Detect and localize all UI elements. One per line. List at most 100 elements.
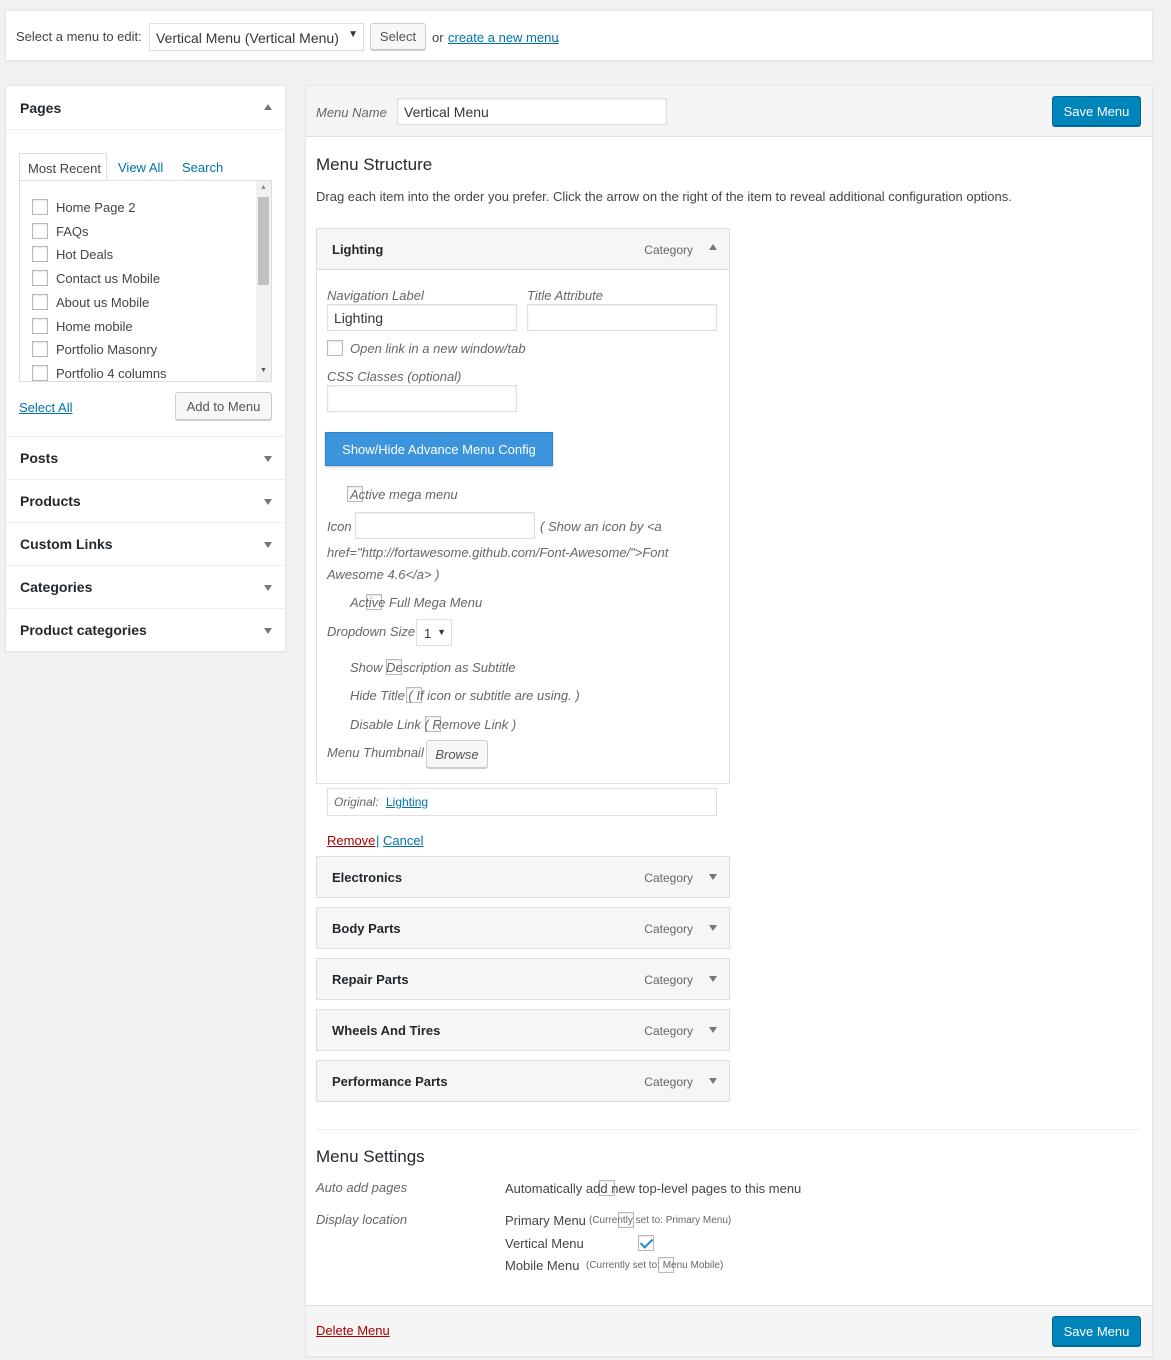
primary-menu-location-label: Primary Menu [505, 1213, 586, 1228]
separator: | [376, 833, 380, 848]
expand-icon[interactable] [709, 1027, 717, 1033]
menu-item-title: Lighting [332, 242, 384, 257]
section-title: Categories [20, 579, 93, 595]
menu-item-body-parts[interactable]: Body Parts Category [316, 907, 730, 949]
add-to-menu-button[interactable]: Add to Menu [175, 392, 272, 420]
open-new-tab-label: Open link in a new window/tab [350, 341, 526, 356]
original-label: Original: [334, 795, 379, 809]
dropdown-arrow-icon: ▼ [348, 29, 358, 40]
dropdown-size-select[interactable]: 1 ▼ [416, 619, 452, 646]
create-menu-link[interactable]: create a new menu [448, 30, 559, 45]
expand-icon[interactable] [709, 976, 717, 982]
icon-help-line-1: ( Show an icon by <a [540, 519, 662, 534]
nav-label-input[interactable]: Lighting [327, 304, 517, 331]
checkbox[interactable] [32, 223, 48, 239]
checkbox[interactable] [32, 294, 48, 310]
icon-help-line-2: href="http://fortawesome.github.com/Font… [327, 545, 669, 560]
custom-links-section-header[interactable]: Custom Links [6, 522, 286, 565]
list-item[interactable]: Portfolio Masonry [32, 339, 157, 359]
scroll-up-icon[interactable]: ▲ [260, 184, 267, 191]
expand-icon[interactable] [709, 925, 717, 931]
cancel-link[interactable]: Cancel [383, 833, 423, 848]
primary-menu-location-note: (Currently set to: Primary Menu) [589, 1215, 732, 1226]
checkbox[interactable] [32, 341, 48, 357]
disable-link-label: Disable Link ( Remove Link ) [350, 717, 517, 732]
icon-help-line-3: Awesome 4.6</a> ) [327, 567, 440, 582]
checkbox[interactable] [32, 246, 48, 262]
menu-structure-description: Drag each item into the order you prefer… [316, 189, 1012, 204]
auto-add-pages-text: Automatically add new top-level pages to… [505, 1181, 802, 1196]
menu-name-input[interactable]: Vertical Menu [397, 98, 667, 125]
product-categories-section-header[interactable]: Product categories [6, 608, 286, 651]
checkbox[interactable] [32, 270, 48, 286]
page-label: Home Page 2 [56, 199, 136, 215]
products-section-header[interactable]: Products [6, 479, 286, 522]
pages-section-header[interactable]: Pages [6, 86, 286, 129]
menu-select-bar: Select a menu to edit: Vertical Menu (Ve… [5, 10, 1153, 61]
scrollbar[interactable]: ▲ ▼ [256, 181, 271, 381]
list-item[interactable]: Home Page 2 [32, 197, 136, 217]
menu-select-dropdown[interactable]: Vertical Menu (Vertical Menu) ▼ [149, 23, 364, 51]
list-item[interactable]: Home mobile [32, 316, 133, 336]
menu-item-type: Category [644, 1075, 693, 1089]
collapse-icon[interactable] [709, 244, 717, 250]
advance-config-button[interactable]: Show/Hide Advance Menu Config [325, 432, 553, 466]
select-all-link[interactable]: Select All [19, 400, 72, 415]
page-label: Contact us Mobile [56, 270, 161, 286]
browse-button[interactable]: Browse [426, 740, 488, 768]
vertical-menu-location-label: Vertical Menu [505, 1236, 584, 1251]
open-new-tab-checkbox[interactable] [327, 340, 343, 356]
save-menu-button-top[interactable]: Save Menu [1052, 96, 1141, 126]
scroll-down-icon[interactable]: ▼ [260, 367, 267, 374]
css-classes-input[interactable] [327, 385, 517, 412]
menu-item-type: Category [644, 243, 693, 257]
menu-editor-footer [306, 1305, 1152, 1356]
menu-item-title: Performance Parts [332, 1074, 448, 1089]
menu-select-value: Vertical Menu (Vertical Menu) [156, 30, 339, 46]
title-attribute-input[interactable] [527, 304, 717, 331]
vertical-menu-location-checkbox[interactable] [638, 1235, 654, 1251]
period-text: . [556, 30, 560, 45]
add-menu-items-sidebar: Pages Most Recent View All Search Home P… [5, 85, 286, 652]
menu-name-label: Menu Name [316, 105, 387, 120]
menu-item-electronics[interactable]: Electronics Category [316, 856, 730, 898]
menu-item-repair-parts[interactable]: Repair Parts Category [316, 958, 730, 1000]
dropdown-size-label: Dropdown Size [327, 624, 416, 639]
active-mega-menu-label: Active mega menu [350, 487, 458, 502]
hide-title-label: Hide Title ( If icon or subtitle are usi… [350, 688, 580, 703]
list-item[interactable]: Portfolio 4 columns [32, 363, 167, 381]
checkbox[interactable] [32, 365, 48, 381]
posts-section-header[interactable]: Posts [6, 436, 286, 479]
tab-search[interactable]: Search [182, 160, 223, 175]
list-item[interactable]: FAQs [32, 221, 89, 241]
menu-item-performance-parts[interactable]: Performance Parts Category [316, 1060, 730, 1102]
list-item[interactable]: Contact us Mobile [32, 268, 160, 288]
page-label: Portfolio Masonry [56, 341, 158, 357]
save-menu-button-bottom[interactable]: Save Menu [1052, 1316, 1141, 1346]
expand-icon[interactable] [709, 1078, 717, 1084]
menu-item-title: Wheels And Tires [332, 1023, 441, 1038]
pages-section-title: Pages [20, 100, 62, 116]
original-link[interactable]: Lighting [386, 795, 428, 809]
auto-add-pages-label: Auto add pages [316, 1180, 408, 1195]
categories-section-header[interactable]: Categories [6, 565, 286, 608]
scrollbar-thumb[interactable] [258, 197, 269, 285]
checkbox[interactable] [32, 318, 48, 334]
page-label: About us Mobile [56, 294, 150, 310]
menu-item-wheels-and-tires[interactable]: Wheels And Tires Category [316, 1009, 730, 1051]
menu-item-type: Category [644, 973, 693, 987]
section-title: Custom Links [20, 536, 113, 552]
list-item[interactable]: Hot Deals [32, 244, 113, 264]
tab-view-all[interactable]: View All [118, 160, 163, 175]
tab-most-recent[interactable]: Most Recent [19, 153, 107, 181]
list-item[interactable]: About us Mobile [32, 292, 149, 312]
menu-item-lighting-header[interactable]: Lighting Category [316, 228, 730, 270]
icon-input[interactable] [355, 512, 535, 539]
divider [316, 1129, 1141, 1130]
checkbox[interactable] [32, 199, 48, 215]
select-button[interactable]: Select [370, 23, 426, 50]
expand-icon[interactable] [709, 874, 717, 880]
delete-menu-link[interactable]: Delete Menu [316, 1323, 390, 1338]
expand-icon [264, 456, 272, 462]
remove-link[interactable]: Remove [327, 833, 375, 848]
